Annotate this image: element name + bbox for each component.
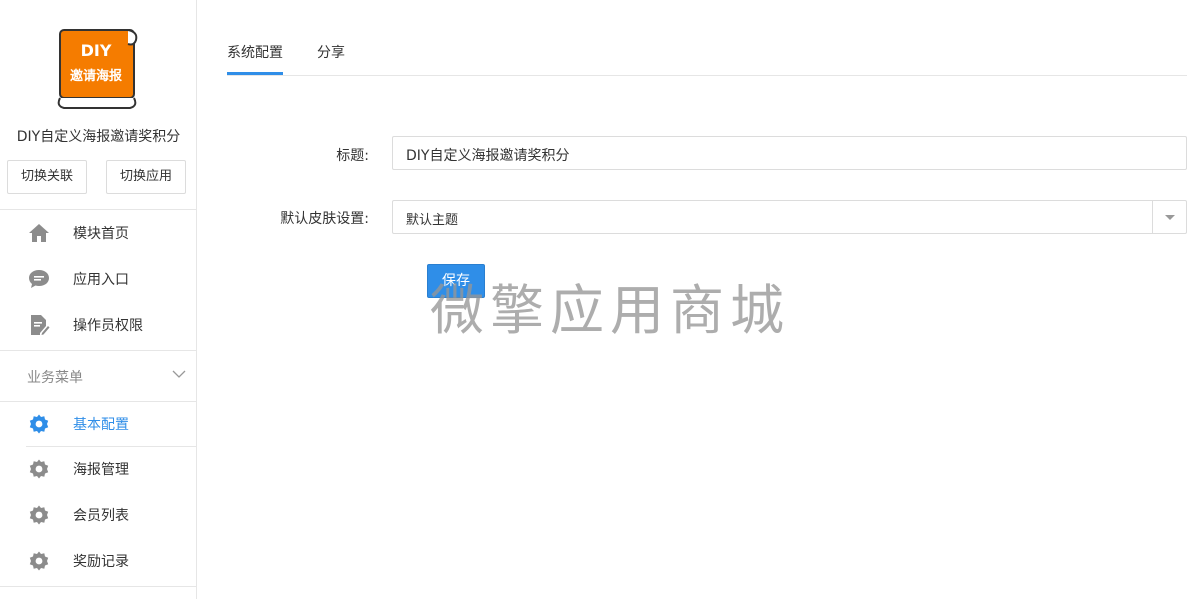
sidebar-item-basic-config[interactable]: 基本配置 — [0, 401, 197, 447]
tab-system-config[interactable]: 系统配置 — [227, 42, 283, 62]
group-label: 业务菜单 — [27, 370, 83, 386]
gear-icon — [28, 550, 50, 572]
app-name: DIY自定义海报邀请奖积分 — [16, 129, 181, 145]
sidebar-item-label: 会员列表 — [73, 508, 129, 524]
business-menu-group[interactable]: 业务菜单 — [0, 352, 197, 400]
gear-icon — [28, 504, 50, 526]
sidebar-item-label: 操作员权限 — [73, 318, 143, 334]
sidebar-item-app-entry[interactable]: 应用入口 — [0, 256, 197, 302]
caret-down-icon — [1165, 215, 1175, 220]
sidebar-item-reward-records[interactable]: 奖励记录 — [0, 538, 197, 584]
sidebar-item-label: 基本配置 — [73, 417, 129, 433]
title-input-value: DIY自定义海报邀请奖积分 — [406, 148, 570, 164]
switch-link-button[interactable]: 切换关联 — [7, 160, 87, 194]
skin-label: 默认皮肤设置: — [280, 211, 369, 227]
sidebar-item-label: 奖励记录 — [73, 554, 129, 570]
title-label: 标题: — [336, 148, 369, 164]
chat-bubble-icon — [28, 268, 50, 290]
chevron-down-icon[interactable] — [171, 366, 187, 382]
sidebar-item-label: 应用入口 — [73, 272, 129, 288]
sidebar-item-label: 模块首页 — [73, 226, 129, 242]
svg-text:邀请海报: 邀请海报 — [70, 68, 123, 84]
save-button[interactable]: 保存 — [427, 264, 485, 298]
divider — [0, 350, 197, 351]
skin-select[interactable]: 默认主题 — [392, 200, 1187, 234]
gear-icon — [28, 413, 50, 435]
sidebar-item-label: 海报管理 — [73, 462, 129, 478]
sidebar: DIY 邀请海报 DIY自定义海报邀请奖积分 切换关联 切换应用 模块首页 应用… — [0, 0, 197, 599]
home-icon — [28, 222, 50, 244]
tab-bar: 系统配置 分享 — [227, 0, 1187, 76]
sidebar-item-operator-permissions[interactable]: 操作员权限 — [0, 302, 197, 348]
skin-select-value: 默认主题 — [406, 213, 459, 228]
tab-share[interactable]: 分享 — [317, 42, 345, 62]
app-logo: DIY 邀请海报 — [54, 26, 140, 112]
sidebar-item-module-home[interactable]: 模块首页 — [0, 210, 197, 256]
sidebar-item-poster-management[interactable]: 海报管理 — [0, 446, 197, 492]
sidebar-item-member-list[interactable]: 会员列表 — [0, 492, 197, 538]
gear-icon — [28, 458, 50, 480]
app-header: DIY 邀请海报 DIY自定义海报邀请奖积分 切换关联 切换应用 — [0, 0, 196, 210]
document-edit-icon — [28, 314, 50, 336]
active-tab-indicator — [227, 72, 283, 75]
svg-text:DIY: DIY — [81, 41, 112, 60]
title-input[interactable]: DIY自定义海报邀请奖积分 — [392, 136, 1187, 170]
dropdown-toggle[interactable] — [1152, 201, 1186, 233]
divider — [0, 586, 197, 587]
switch-app-button[interactable]: 切换应用 — [106, 160, 186, 194]
